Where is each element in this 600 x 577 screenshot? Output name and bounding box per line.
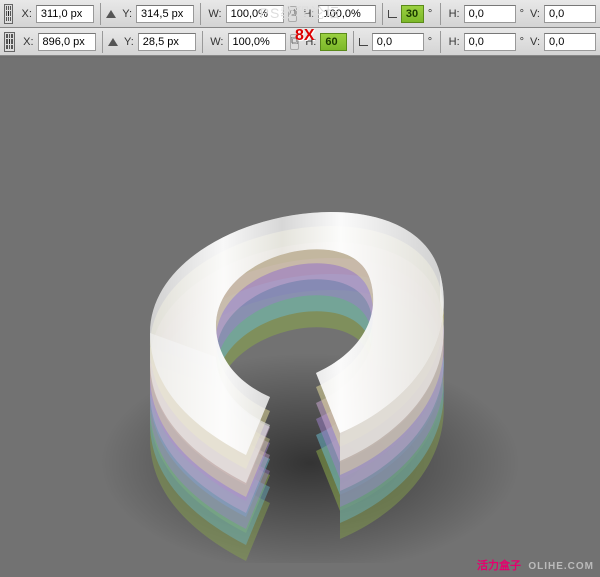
canvas[interactable] <box>0 58 600 577</box>
red-badge: 8X <box>295 27 315 45</box>
y-label: Y: <box>122 36 136 48</box>
reference-point-icon[interactable] <box>4 32 15 52</box>
x-input[interactable] <box>38 33 96 51</box>
x-label: X: <box>21 36 35 48</box>
watermark-brand: 活力盒子 OLIHE.COM <box>477 557 594 573</box>
delta-icon <box>108 38 118 46</box>
watermark-cn: 活力盒子 <box>477 560 521 572</box>
watermark-en: OLIHE.COM <box>528 561 594 572</box>
degree-label: ° <box>518 36 526 48</box>
degree-label: ° <box>426 36 434 48</box>
y-input[interactable] <box>138 33 196 51</box>
v-skew-input[interactable] <box>544 33 596 51</box>
rotate-input[interactable] <box>372 33 424 51</box>
h-scale-input[interactable]: 60 <box>320 33 347 51</box>
w-input[interactable] <box>228 33 286 51</box>
w-label: W: <box>208 36 225 48</box>
3d-glass-shape <box>80 103 520 533</box>
h-skew-input[interactable] <box>464 33 516 51</box>
angle-icon <box>360 38 368 46</box>
h2-label: H: <box>447 36 462 48</box>
watermark-forum: PS教程论坛 <box>0 3 600 23</box>
v-label: V: <box>528 36 542 48</box>
